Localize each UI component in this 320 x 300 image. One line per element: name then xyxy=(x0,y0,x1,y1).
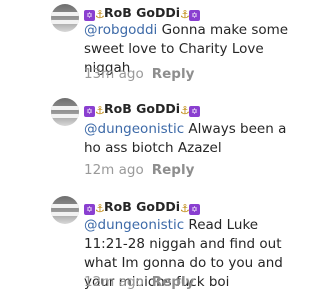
star-of-david-icon: ✡ xyxy=(84,204,95,215)
comment-username[interactable]: ✡ ⚓RoB GoDDi⚓✡ xyxy=(84,200,200,215)
star-of-david-icon: ✡ xyxy=(84,106,95,117)
star-of-david-icon: ✡ xyxy=(188,204,200,215)
reply-button[interactable]: Reply xyxy=(152,162,195,178)
avatar[interactable] xyxy=(51,98,79,126)
reply-button[interactable]: Reply xyxy=(152,274,195,290)
anchor-icon: ⚓ xyxy=(95,202,105,215)
avatar[interactable] xyxy=(51,4,79,32)
username-text[interactable]: RoB GoDDi xyxy=(104,101,180,116)
reply-button[interactable]: Reply xyxy=(152,66,195,82)
comment-username[interactable]: ✡ ⚓RoB GoDDi⚓✡ xyxy=(84,102,200,117)
anchor-icon: ⚓ xyxy=(179,202,190,215)
comment-time: 13m ago xyxy=(84,66,144,82)
comment-username[interactable]: ✡ ⚓RoB GoDDi⚓✡ xyxy=(84,6,200,21)
anchor-icon: ⚓ xyxy=(179,104,190,117)
comment-meta: 13m ago Reply xyxy=(84,66,194,82)
mention-link[interactable]: @dungeonistic xyxy=(84,121,184,137)
star-of-david-icon: ✡ xyxy=(84,10,95,21)
star-of-david-icon: ✡ xyxy=(188,106,200,117)
comment-text: @dungeonistic Always been a ho ass biotc… xyxy=(84,120,294,158)
username-text[interactable]: RoB GoDDi xyxy=(104,5,180,20)
anchor-icon: ⚓ xyxy=(95,8,105,21)
comment-time: 12m ago xyxy=(84,162,144,178)
anchor-icon: ⚓ xyxy=(95,104,105,117)
comment-meta: 12m ago Reply xyxy=(84,162,194,178)
avatar[interactable] xyxy=(51,196,79,224)
comment-time: 12m ago xyxy=(84,274,144,290)
username-text[interactable]: RoB GoDDi xyxy=(104,199,180,214)
anchor-icon: ⚓ xyxy=(179,8,190,21)
star-of-david-icon: ✡ xyxy=(188,10,200,21)
comment-meta: 12m ago Reply xyxy=(84,274,194,290)
mention-link[interactable]: @dungeonistic xyxy=(84,217,184,233)
mention-link[interactable]: @robgoddi xyxy=(84,22,157,38)
